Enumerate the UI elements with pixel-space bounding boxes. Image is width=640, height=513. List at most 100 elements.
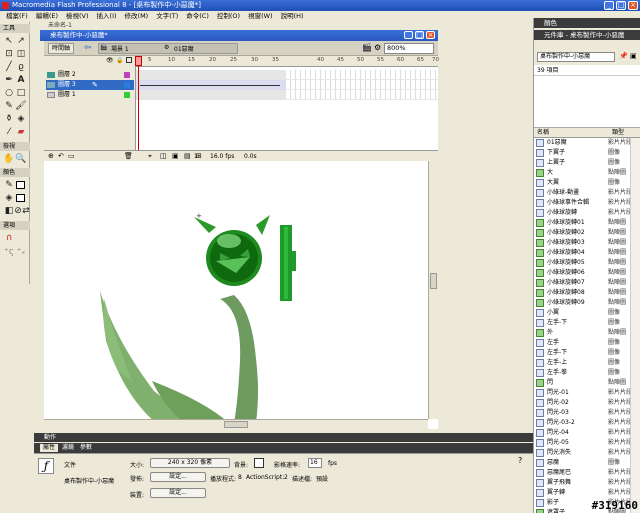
lasso-tool-icon[interactable]: ϱ (15, 61, 27, 73)
menu-window[interactable]: 視窗(W) (244, 11, 277, 21)
menu-modify[interactable]: 修改(M) (121, 11, 153, 21)
library-item[interactable]: 大 點陣圖 (534, 168, 630, 178)
gradient-transform-tool-icon[interactable]: ◫ (15, 48, 27, 60)
library-panel-header[interactable]: 元件庫 - 桌布製作中-小惡魔 (534, 30, 640, 40)
color-panel-header[interactable]: 顏色 (534, 18, 640, 28)
background-color-swatch[interactable] (254, 458, 264, 468)
paint-bucket-tool-icon[interactable]: ◈ (15, 113, 27, 125)
library-item[interactable]: 閃光-04 影片片段 (534, 428, 630, 438)
eye-icon[interactable]: 👁 (106, 57, 114, 64)
stage-canvas[interactable]: + (44, 161, 438, 429)
library-item[interactable]: 外 點陣圖 (534, 328, 630, 338)
library-item[interactable]: 閃光-02 影片片段 (534, 398, 630, 408)
frame-rate-input[interactable]: 16 (308, 458, 322, 468)
straighten-icon[interactable]: ⁺ₓ (15, 246, 27, 258)
close-button[interactable]: × (628, 1, 638, 10)
library-item[interactable]: 小綠球旋轉09 點陣圖 (534, 298, 630, 308)
library-item[interactable]: 閃 點陣圖 (534, 378, 630, 388)
library-item[interactable]: 小綠球-動畫 影片片段 (534, 188, 630, 198)
library-item[interactable]: 閃光-03-2 影片片段 (534, 418, 630, 428)
menu-view[interactable]: 檢視(V) (62, 11, 93, 21)
library-item[interactable]: 左手-拳 圖像 (534, 368, 630, 378)
snap-magnet-icon[interactable]: ∩ (3, 232, 15, 244)
doc-maximize-button[interactable]: □ (415, 31, 424, 39)
ink-bottle-tool-icon[interactable]: ⚱ (3, 113, 15, 125)
library-item[interactable]: 小綠球旋轉02 點陣圖 (534, 228, 630, 238)
edit-symbol-icon[interactable]: ⚙ (374, 43, 381, 52)
oval-tool-icon[interactable]: ○ (3, 87, 15, 99)
swap-colors-icon[interactable]: ⇄ (20, 205, 32, 217)
free-transform-tool-icon[interactable]: ⊡ (3, 48, 15, 60)
document-tab-untitled[interactable]: 未命名-1 (48, 22, 72, 29)
library-item[interactable]: 閃光-03 影片片段 (534, 408, 630, 418)
scene-breadcrumb[interactable]: 場景 1 (111, 44, 129, 53)
library-item[interactable]: 小綠球旋轉08 點陣圖 (534, 288, 630, 298)
library-file-select[interactable]: 桌布製作中-小惡魔 (537, 52, 615, 62)
zoom-select[interactable]: 800% (384, 43, 434, 54)
publish-settings-button[interactable]: 設定... (150, 472, 206, 482)
stage-horizontal-scrollbar[interactable] (44, 419, 428, 429)
library-item[interactable]: 左手-下 圖像 (534, 348, 630, 358)
pencil-tool-icon[interactable]: ✎ (3, 100, 15, 112)
menu-insert[interactable]: 插入(I) (93, 11, 121, 21)
scroll-thumb[interactable] (430, 273, 437, 289)
library-item[interactable]: 閃光-01 影片片段 (534, 388, 630, 398)
column-name[interactable]: 名稱 (537, 128, 549, 138)
frame-row[interactable] (136, 90, 438, 100)
eyedropper-tool-icon[interactable]: ⁄ (3, 126, 15, 138)
subselection-tool-icon[interactable]: ↗ (15, 35, 27, 47)
stroke-color-swatch[interactable] (16, 181, 25, 189)
rectangle-tool-icon[interactable]: □ (15, 87, 27, 99)
zoom-tool-icon[interactable]: 🔍 (15, 153, 27, 165)
new-library-icon[interactable]: ▣ (630, 52, 637, 60)
menu-file[interactable]: 檔案(F) (2, 11, 32, 21)
size-button[interactable]: 240 x 320 像素 (150, 458, 230, 468)
column-type[interactable]: 類型 (612, 128, 624, 138)
menu-control[interactable]: 控制(O) (213, 11, 244, 21)
minimize-button[interactable]: _ (604, 1, 614, 10)
library-item[interactable]: 閃光消失 影片片段 (534, 448, 630, 458)
menu-edit[interactable]: 編輯(E) (32, 11, 62, 21)
fill-color-icon[interactable]: ◈ (3, 192, 15, 204)
pin-icon[interactable]: 📌 (619, 52, 628, 60)
library-item[interactable]: 小綠球旋轉05 點陣圖 (534, 258, 630, 268)
selection-tool-icon[interactable]: ↖ (3, 35, 15, 47)
playhead-handle[interactable] (135, 56, 142, 66)
layer-row[interactable]: 圖層 2 (46, 70, 134, 80)
layer-row[interactable]: 圖層 1 (46, 90, 134, 100)
layer-row-selected[interactable]: 圖層 3 ✎ (46, 80, 134, 90)
library-item[interactable]: 下翼子 圖像 (534, 148, 630, 158)
library-item[interactable]: 左手-下 圖像 (534, 318, 630, 328)
frame-row[interactable] (136, 80, 438, 90)
timeline-ruler[interactable]: 5 10 15 20 25 30 35 40 45 50 55 60 65 70 (136, 56, 439, 67)
library-item[interactable]: 小綠球旋轉 影片片段 (534, 208, 630, 218)
line-tool-icon[interactable]: ╱ (3, 61, 15, 73)
lock-icon[interactable]: 🔒 (116, 57, 123, 64)
frame-row[interactable] (136, 70, 438, 80)
back-arrow-icon[interactable]: ⇦ (84, 43, 92, 53)
pen-tool-icon[interactable]: ✒ (3, 74, 15, 86)
library-item[interactable]: 惡魔尾巴 影片片段 (534, 468, 630, 478)
actions-panel-header[interactable]: 動作 (34, 433, 533, 442)
text-tool-icon[interactable]: A (15, 74, 27, 86)
library-item[interactable]: 小綠球旋轉03 點陣圖 (534, 238, 630, 248)
menu-help[interactable]: 說明(H) (277, 11, 308, 21)
library-item[interactable]: 小綠球事件合輯 影片片段 (534, 198, 630, 208)
timeline-toggle-button[interactable]: 時間軸 (48, 43, 75, 54)
library-scrollbar[interactable] (630, 138, 640, 513)
library-item[interactable]: 左手 圖像 (534, 338, 630, 348)
playhead[interactable] (138, 56, 139, 150)
library-item[interactable]: 大翼 圖像 (534, 178, 630, 188)
library-item[interactable]: 惡魔 圖像 (534, 458, 630, 468)
hand-tool-icon[interactable]: ✋ (3, 153, 15, 165)
tab-properties[interactable]: 屬性 (40, 444, 59, 452)
stage-vertical-scrollbar[interactable] (428, 161, 438, 419)
smooth-icon[interactable]: ⁺ς (3, 246, 15, 258)
edit-scene-icon[interactable]: 🎬 (362, 43, 372, 52)
library-item[interactable]: 01惡魔 影片片段 (534, 138, 630, 148)
tab-parameters[interactable]: 參數 (80, 444, 92, 452)
help-icon[interactable]: ? (518, 456, 522, 465)
menu-commands[interactable]: 命令(C) (182, 11, 213, 21)
library-item[interactable]: 小綠球旋轉07 點陣圖 (534, 278, 630, 288)
doc-minimize-button[interactable]: _ (404, 31, 413, 39)
